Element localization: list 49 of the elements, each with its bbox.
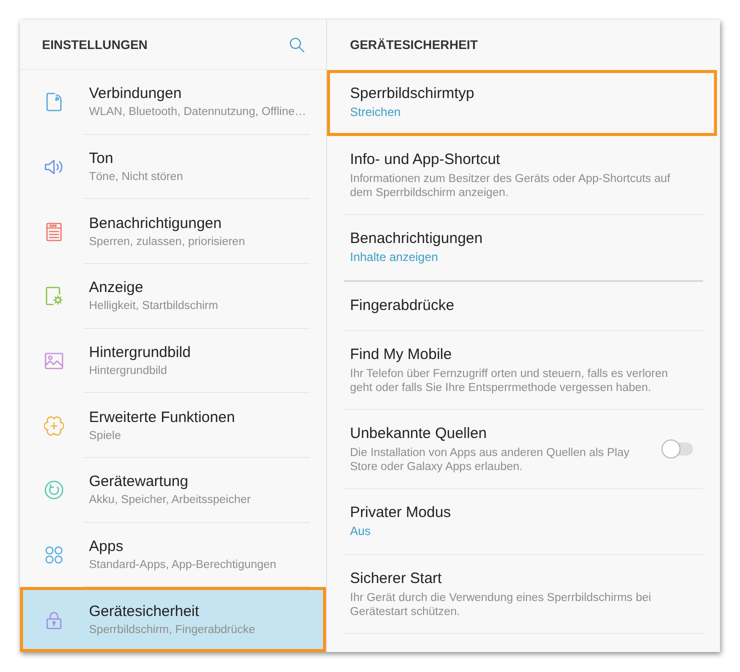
item-description: Ihr Gerät durch die Verwendung eines Sperrbildschirms bei Gerätestart schützen. xyxy=(350,591,652,619)
item-title: Hintergrundbild xyxy=(89,343,191,364)
item-subtitle: Hintergrundbild xyxy=(89,364,168,380)
speaker-icon xyxy=(44,157,64,177)
sidebar-item[interactable]: Apps Standard-Apps, App-Berechtigungen xyxy=(20,522,326,588)
sidebar-item[interactable]: Gerätesicherheit Sperrbildschirm, Fingerabdrücke xyxy=(20,587,326,652)
pane-title: GERÄTESICHERHEIT xyxy=(350,37,478,53)
item-subtitle: Sperren, zulassen, priorisieren xyxy=(89,234,245,250)
flower-plus-icon xyxy=(44,416,64,436)
item-title: Info- und App-Shortcut xyxy=(350,150,502,170)
list-panel-icon xyxy=(44,222,64,242)
item-title: Gerätesicherheit xyxy=(89,602,200,622)
item-value: Inhalte anzeigen xyxy=(350,249,440,266)
refresh-circle-icon xyxy=(44,480,64,500)
item-subtitle: Standard-Apps, App-Berechtigungen xyxy=(89,558,276,574)
picture-icon xyxy=(44,351,64,372)
item-title: Anzeige xyxy=(89,278,144,298)
item-subtitle: WLAN, Bluetooth, Datennutzung, Offline… xyxy=(89,105,306,120)
toggle-switch[interactable] xyxy=(661,439,695,459)
item-subtitle: Spiele xyxy=(89,428,122,444)
item-title: Sicherer Start xyxy=(350,569,443,589)
item-title: Benachrichtigungen xyxy=(89,214,223,234)
item-title: Sperrbildschirmtyp xyxy=(350,84,476,104)
item-description: Ihr Telefon über Fernzugriff orten und steuern, falls es verloren geht oder falls Sie Ihre Entsperrmethode vergessen haben. xyxy=(350,367,669,395)
item-description: Informationen zum Besitzer des Geräts oder App-Shortcuts auf dem Sperrbildschirm anzeigen. xyxy=(350,172,672,200)
device-signal-icon xyxy=(44,92,64,112)
screen-sun-icon xyxy=(44,286,64,306)
item-title: Fingerabdrücke xyxy=(350,296,456,316)
pane-title: EINSTELLUNGEN xyxy=(42,36,148,52)
padlock-icon xyxy=(44,610,64,630)
item-description: Die Installation von Apps aus anderen Quellen als Play Store oder Galaxy Apps erlauben. xyxy=(350,446,630,474)
item-value: Streichen xyxy=(350,104,402,121)
item-title: Find My Mobile xyxy=(350,345,453,365)
item-title: Privater Modus xyxy=(350,503,452,523)
search-icon[interactable] xyxy=(289,36,305,52)
item-value: Aus xyxy=(350,523,372,540)
item-title: Gerätewartung xyxy=(89,472,190,492)
item-subtitle: Helligkeit, Startbildschirm xyxy=(89,299,218,314)
settings-item[interactable]: Sperrbildschirmtyp Streichen xyxy=(327,70,717,136)
item-subtitle: Töne, Nicht stören xyxy=(89,170,183,185)
item-title: Erweiterte Funktionen xyxy=(89,408,235,428)
item-title: Apps xyxy=(89,537,124,558)
item-title: Ton xyxy=(89,149,114,169)
item-subtitle: Sperrbildschirm, Fingerabdrücke xyxy=(89,622,256,638)
item-title: Unbekannte Quellen xyxy=(350,424,488,444)
item-title: Verbindungen xyxy=(89,84,183,104)
item-subtitle: Akku, Speicher, Arbeitsspeicher xyxy=(89,493,251,508)
apps-grid-icon xyxy=(44,545,64,566)
item-title: Benachrichtigungen xyxy=(350,229,484,249)
